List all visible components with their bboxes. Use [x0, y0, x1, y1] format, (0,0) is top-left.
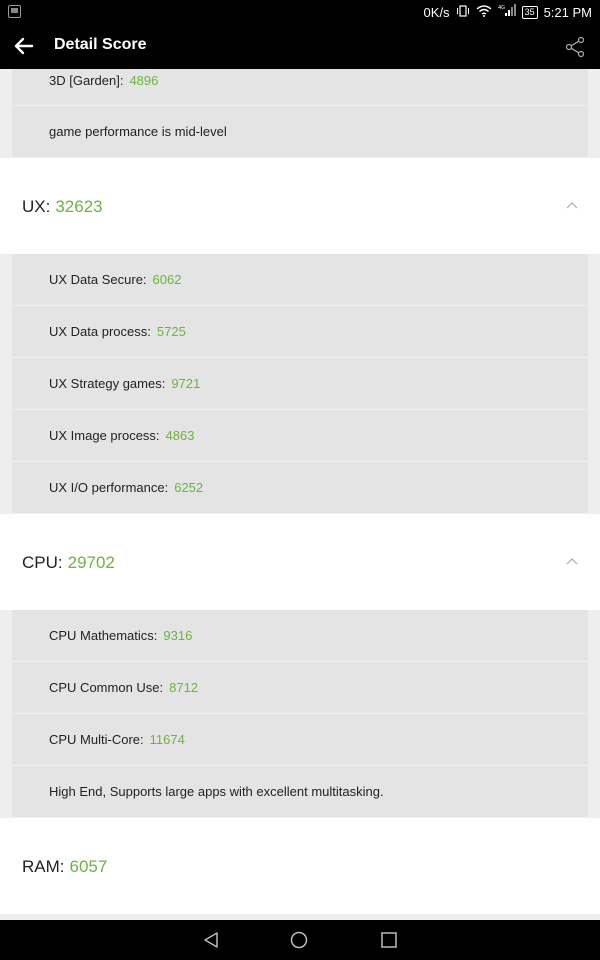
item-value: 4896: [129, 73, 159, 88]
clock: 5:21 PM: [543, 4, 592, 20]
nav-back-icon[interactable]: [202, 931, 220, 949]
network-type: 4G: [498, 5, 505, 11]
list-item: CPU Mathematics: 9316: [12, 610, 588, 662]
item-label: UX Data Secure:: [49, 272, 147, 287]
nav-home-icon[interactable]: [290, 931, 308, 949]
status-indicators: 0K/s 4G 35 5:21 PM: [424, 4, 592, 20]
list-item: UX Image process: 4863: [12, 410, 588, 462]
section-score: 29702: [67, 553, 115, 572]
list-item-3d-garden: 3D [Garden]: 4896: [12, 69, 588, 106]
item-value: 11674: [149, 732, 185, 747]
item-label: CPU Mathematics:: [49, 628, 158, 643]
item-label: 3D [Garden]:: [49, 73, 124, 88]
signal-icon: 4G: [498, 4, 516, 20]
app-bar: Detail Score: [0, 24, 600, 69]
section-ram-header[interactable]: RAM: 6057: [0, 818, 600, 914]
item-value: 4863: [165, 428, 195, 443]
item-label: UX Strategy games:: [49, 376, 166, 391]
page-title: Detail Score: [54, 36, 147, 53]
section-label: CPU:: [22, 553, 63, 572]
section-score: 32623: [55, 197, 103, 216]
item-label: UX Image process:: [49, 428, 160, 443]
system-navigation-bar: [0, 920, 600, 960]
wifi-icon: [476, 4, 492, 20]
vibrate-icon: [456, 4, 470, 20]
list-item: UX Strategy games: 9721: [12, 358, 588, 410]
item-label: CPU Multi-Core:: [49, 732, 144, 747]
battery-icon: 35: [521, 5, 538, 19]
list-item: UX Data process: 5725: [12, 306, 588, 358]
section-cpu-header[interactable]: CPU: 29702: [0, 514, 600, 610]
nav-recents-icon[interactable]: [381, 932, 397, 948]
section-label: UX:: [22, 197, 51, 216]
item-value: 6062: [152, 272, 182, 287]
list-item: UX Data Secure: 6062: [12, 254, 588, 306]
network-speed: 0K/s: [423, 4, 450, 20]
list-item: UX I/O performance: 6252: [12, 462, 588, 514]
chevron-up-icon[interactable]: [566, 201, 578, 209]
item-value: 6252: [174, 480, 204, 495]
item-label: game performance is mid-level: [49, 124, 227, 139]
list-item: CPU Multi-Core: 11674: [12, 714, 588, 766]
back-arrow-icon[interactable]: [12, 34, 36, 58]
section-score: 6057: [69, 857, 108, 876]
item-label: UX Data process:: [49, 324, 151, 339]
detail-score-list[interactable]: 3D [Garden]: 4896 game performance is mid…: [0, 69, 600, 920]
item-label: High End, Supports large apps with excel…: [49, 784, 384, 799]
status-bar: 0K/s 4G 35 5:21 PM: [0, 0, 600, 24]
section-ux-header[interactable]: UX: 32623: [0, 158, 600, 254]
item-value: 9721: [171, 376, 201, 391]
list-item-game-performance: game performance is mid-level: [12, 106, 588, 158]
item-value: 9316: [163, 628, 193, 643]
item-value: 5725: [156, 324, 186, 339]
share-icon[interactable]: [564, 36, 586, 58]
item-label: UX I/O performance:: [49, 480, 169, 495]
item-label: CPU Common Use:: [49, 680, 164, 695]
list-item: CPU Common Use: 8712: [12, 662, 588, 714]
battery-level: 35: [524, 6, 535, 17]
item-value: 8712: [169, 680, 199, 695]
chevron-up-icon[interactable]: [566, 557, 578, 565]
section-label: RAM:: [22, 857, 65, 876]
notification-icon: [8, 5, 21, 18]
list-item-cpu-summary: High End, Supports large apps with excel…: [12, 766, 588, 818]
